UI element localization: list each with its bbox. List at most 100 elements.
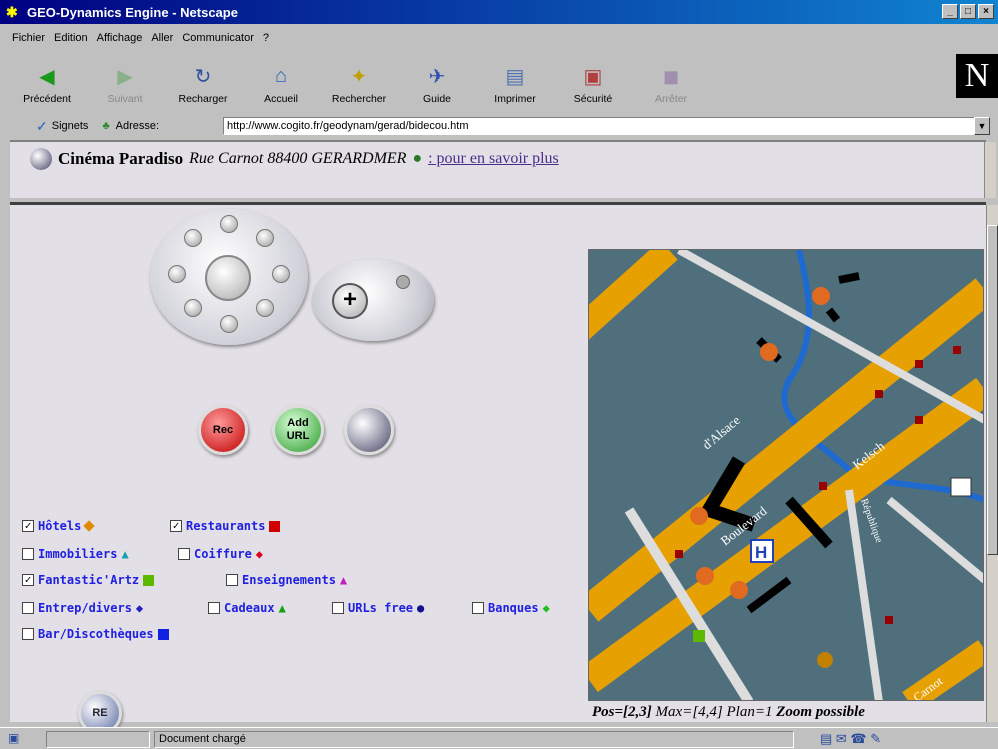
url-input[interactable]: http://www.cogito.fr/geodynam/gerad/bide…	[223, 117, 978, 135]
filter-hotels[interactable]: ✓ Hôtels	[22, 519, 96, 533]
pan-northeast-button[interactable]	[256, 229, 274, 247]
pan-center-button[interactable]	[205, 255, 251, 301]
location-bar: ✓ Signets ♣ Adresse: http://www.cogito.f…	[8, 114, 998, 138]
filter-entrep-divers[interactable]: Entrep/divers ◆	[22, 601, 143, 615]
netscape-logo[interactable]: N	[956, 54, 998, 98]
map-marker-r2[interactable]	[915, 360, 923, 368]
pan-south-button[interactable]	[220, 315, 238, 333]
map-marker-r4[interactable]	[915, 416, 923, 424]
enseignements-checkbox[interactable]	[226, 574, 238, 586]
map-marker-art[interactable]	[693, 630, 705, 642]
globe-icon[interactable]	[30, 148, 52, 170]
banques-label: Banques	[488, 601, 539, 615]
coiffure-label: Coiffure	[194, 547, 252, 561]
pan-northwest-button[interactable]	[184, 229, 202, 247]
entrep-divers-marker-icon: ◆	[135, 601, 144, 615]
content-scrollbar[interactable]	[986, 205, 998, 722]
map-max: Max=[4,4]	[655, 704, 723, 720]
back-arrow-icon: ◀	[39, 65, 55, 88]
pan-north-button[interactable]	[220, 215, 238, 233]
enseignements-marker-icon: ▲	[339, 573, 348, 587]
menu-fichier[interactable]: Fichier	[12, 32, 45, 44]
map-marker-b[interactable]	[812, 287, 830, 305]
coiffure-checkbox[interactable]	[178, 548, 190, 560]
window-title: GEO-Dynamics Engine - Netscape	[27, 4, 238, 20]
maximize-button[interactable]: □	[960, 4, 976, 19]
pan-east-button[interactable]	[272, 265, 290, 283]
map-marker-r1[interactable]	[875, 390, 883, 398]
content-frame: + Rec Add URL ✓ Hôtels ✓ Restaurants Immob…	[10, 202, 998, 735]
map-marker-r6[interactable]	[675, 550, 683, 558]
back-button[interactable]: ◀ Précédent	[8, 52, 86, 110]
fantastic-artz-checkbox[interactable]: ✓	[22, 574, 34, 586]
filter-bar-discotheques[interactable]: Bar/Discothèques	[22, 627, 169, 641]
security-status-icon[interactable]: ▣	[8, 731, 19, 745]
filter-restaurants[interactable]: ✓ Restaurants	[170, 519, 281, 533]
stop-button[interactable]: ◼ Arrêter	[632, 52, 710, 110]
immobiliers-label: Immobiliers	[38, 547, 118, 561]
close-button[interactable]: ×	[978, 4, 994, 19]
component-bar-icons[interactable]: ▤ ✉ ☎ ✎	[820, 731, 881, 747]
map-info-icon[interactable]	[950, 477, 972, 497]
bar-discotheques-label: Bar/Discothèques	[38, 627, 154, 641]
map-svg: H d'Alsace Kelsch Boulevard Carnot Répub…	[589, 250, 983, 700]
home-button[interactable]: ⌂ Accueil	[242, 52, 320, 110]
map-marker-q[interactable]	[696, 567, 714, 585]
menu-edition[interactable]: Edition	[54, 32, 88, 44]
zoom-in-button[interactable]: +	[332, 283, 368, 319]
security-lock-icon: ▣	[583, 65, 603, 88]
content-scrollbar-thumb[interactable]	[987, 225, 998, 555]
minimize-button[interactable]: _	[942, 4, 958, 19]
menu-aller[interactable]: Aller	[151, 32, 173, 44]
filter-cadeaux[interactable]: Cadeaux ▲	[208, 601, 286, 615]
banques-checkbox[interactable]	[472, 602, 484, 614]
security-button[interactable]: ▣ Sécurité	[554, 52, 632, 110]
filter-coiffure[interactable]: Coiffure ◆	[178, 547, 263, 561]
restaurants-checkbox[interactable]: ✓	[170, 520, 182, 532]
header-frame: Cinéma Paradiso Rue Carnot 88400 GERARDM…	[10, 140, 996, 198]
reload-button[interactable]: ↻ Recharger	[164, 52, 242, 110]
zoom-slider-knob[interactable]	[396, 275, 410, 289]
url-dropdown-button[interactable]: ▼	[974, 117, 990, 135]
header-scrollbar[interactable]	[984, 142, 996, 198]
guide-button[interactable]: ✈ Guide	[398, 52, 476, 110]
rec-button[interactable]: Rec	[198, 405, 248, 455]
pan-southwest-button[interactable]	[184, 299, 202, 317]
search-button[interactable]: ✦ Rechercher	[320, 52, 398, 110]
cadeaux-checkbox[interactable]	[208, 602, 220, 614]
bookmarks-icon: ✓	[36, 117, 48, 134]
filter-enseignements[interactable]: Enseignements ▲	[226, 573, 347, 587]
more-info-link[interactable]: : pour en savoir plus	[428, 150, 559, 168]
print-button[interactable]: ▤ Imprimer	[476, 52, 554, 110]
map-marker-d[interactable]	[760, 343, 778, 361]
restaurants-label: Restaurants	[186, 519, 266, 533]
pan-west-button[interactable]	[168, 265, 186, 283]
filter-urls-free[interactable]: URLs free ●	[332, 601, 424, 615]
map-marker-r7[interactable]	[885, 616, 893, 624]
bar-discotheques-checkbox[interactable]	[22, 628, 34, 640]
pan-control[interactable]	[150, 209, 308, 345]
bookmarks-button[interactable]: Signets	[52, 120, 89, 132]
pan-southeast-button[interactable]	[256, 299, 274, 317]
menu-help[interactable]: ?	[263, 32, 269, 44]
menu-communicator[interactable]: Communicator	[182, 32, 254, 44]
add-url-button[interactable]: Add URL	[272, 405, 324, 455]
filter-banques[interactable]: Banques ◆	[472, 601, 550, 615]
map-marker-h[interactable]	[817, 652, 833, 668]
hotels-checkbox[interactable]: ✓	[22, 520, 34, 532]
entrep-divers-checkbox[interactable]	[22, 602, 34, 614]
menu-affichage[interactable]: Affichage	[97, 32, 143, 44]
filter-immobiliers[interactable]: Immobiliers ▲	[22, 547, 129, 561]
map-plan: Plan=1	[726, 704, 773, 720]
city-map[interactable]: H d'Alsace Kelsch Boulevard Carnot Répub…	[588, 249, 984, 701]
globe-button[interactable]	[344, 405, 394, 455]
map-marker-e2[interactable]	[730, 581, 748, 599]
filter-fantastic-artz[interactable]: ✓ Fantastic'Artz	[22, 573, 155, 587]
urls-free-checkbox[interactable]	[332, 602, 344, 614]
map-marker-r5[interactable]	[819, 482, 827, 490]
forward-button[interactable]: ▶ Suivant	[86, 52, 164, 110]
map-marker-e[interactable]	[690, 507, 708, 525]
progress-field	[46, 731, 150, 748]
map-marker-r3[interactable]	[953, 346, 961, 354]
immobiliers-checkbox[interactable]	[22, 548, 34, 560]
